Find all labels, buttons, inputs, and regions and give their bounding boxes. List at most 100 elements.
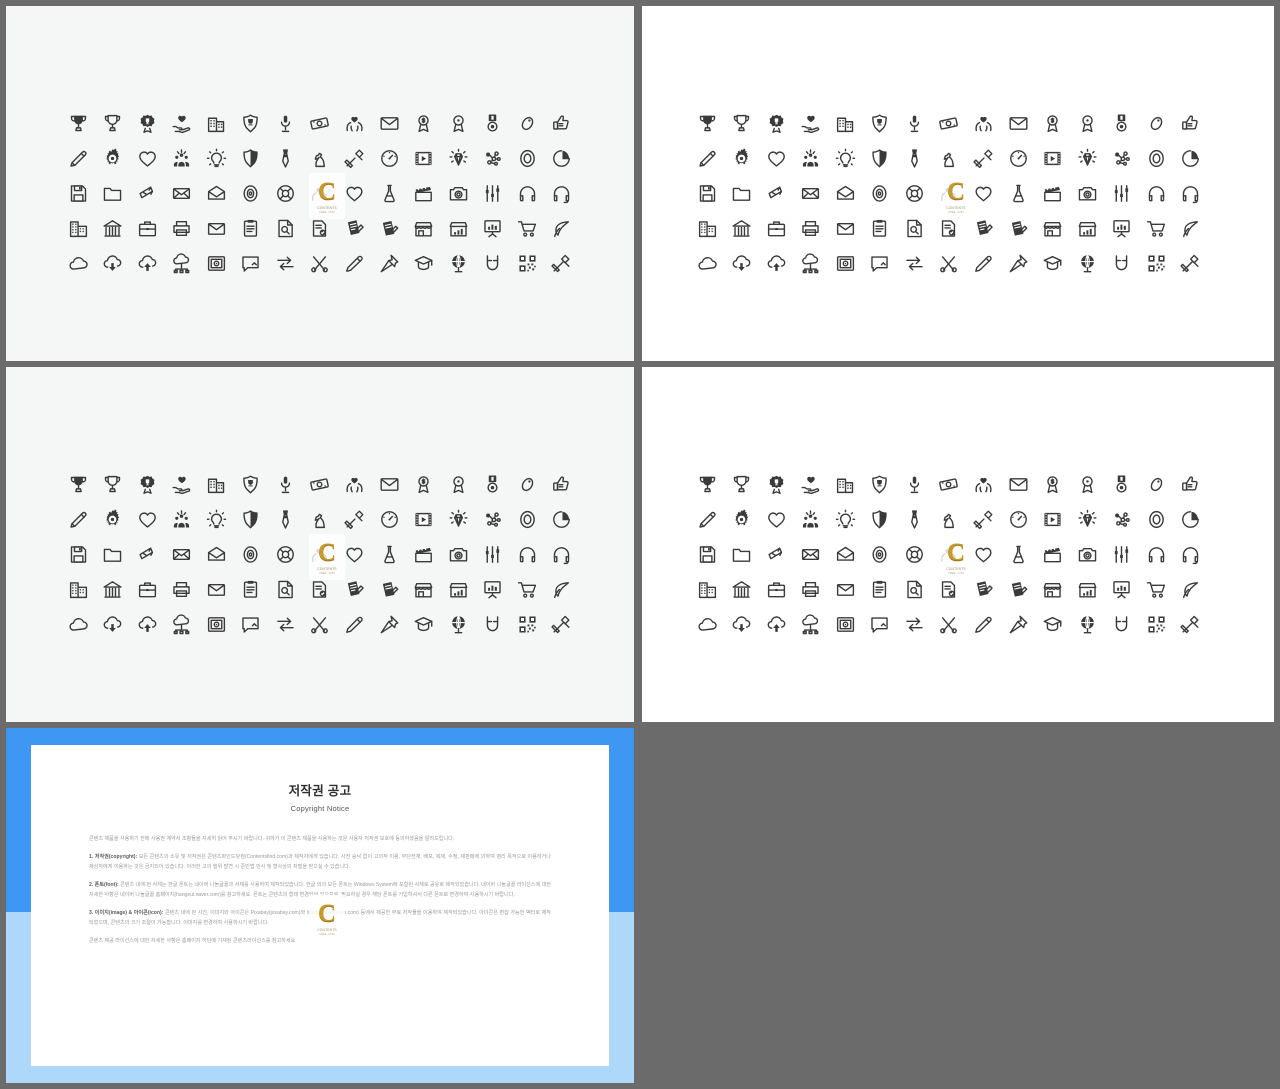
film-play-icon[interactable] (411, 146, 437, 172)
camera-icon[interactable] (1074, 542, 1100, 568)
lifebuoy-icon[interactable] (901, 181, 927, 207)
briefcase-icon[interactable] (134, 577, 160, 603)
chess-knight-icon[interactable] (307, 146, 333, 172)
heart-line-icon[interactable] (342, 542, 368, 568)
notepad-pen-icon[interactable] (342, 577, 368, 603)
ribbon-award-icon[interactable] (1074, 472, 1100, 498)
molecule-network-icon[interactable] (1109, 507, 1135, 533)
shield-trophy-icon[interactable] (867, 111, 893, 137)
notepad-pencil-icon[interactable] (376, 216, 402, 242)
floppy-save-icon[interactable] (694, 542, 720, 568)
hands-heart-small-icon[interactable] (936, 181, 962, 207)
fountain-pen-icon[interactable] (65, 146, 91, 172)
gauge-icon[interactable] (1005, 507, 1031, 533)
pushpin-icon[interactable] (1005, 612, 1031, 638)
ribbon-award-icon[interactable] (445, 111, 471, 137)
hands-heart-small-icon[interactable] (936, 542, 962, 568)
chess-knight-icon[interactable] (936, 146, 962, 172)
notepad-pencil-icon[interactable] (1005, 216, 1031, 242)
medal-icon[interactable] (1109, 472, 1135, 498)
office-building-icon[interactable] (832, 472, 858, 498)
lab-flask-icon[interactable] (1005, 181, 1031, 207)
diamond-sparkle-icon[interactable] (1074, 507, 1100, 533)
clipboard-icon[interactable] (867, 216, 893, 242)
cloud-icon[interactable] (65, 251, 91, 277)
headphones-icon[interactable] (1143, 181, 1169, 207)
presentation-chart-icon[interactable] (480, 216, 506, 242)
equalizer-sliders-icon[interactable] (1109, 181, 1135, 207)
transfer-arrows-icon[interactable] (272, 612, 298, 638)
city-building-icon[interactable] (694, 577, 720, 603)
shopping-cart-icon[interactable] (1143, 577, 1169, 603)
floppy-save-icon[interactable] (65, 542, 91, 568)
shop-chart-icon[interactable] (445, 577, 471, 603)
trophy-filled-icon[interactable] (694, 472, 720, 498)
ribbon-dollar-icon[interactable] (1040, 111, 1066, 137)
envelope-icon[interactable] (376, 472, 402, 498)
shield-trophy-icon[interactable] (238, 472, 264, 498)
speech-bubble-icon[interactable] (238, 251, 264, 277)
presentation-chart-icon[interactable] (480, 577, 506, 603)
heart-outline-icon[interactable] (763, 507, 789, 533)
camera-icon[interactable] (445, 542, 471, 568)
cloud-icon[interactable] (694, 612, 720, 638)
briefcase-icon[interactable] (763, 577, 789, 603)
leaf-icon[interactable] (549, 577, 575, 603)
slide-thumbnail-4[interactable]: C CONTENTS FREE . COM (642, 367, 1274, 722)
microphone-icon[interactable] (272, 111, 298, 137)
shopping-cart-icon[interactable] (1143, 216, 1169, 242)
equalizer-sliders-icon[interactable] (480, 542, 506, 568)
city-building-icon[interactable] (694, 216, 720, 242)
gauge-icon[interactable] (1005, 146, 1031, 172)
clipboard-icon[interactable] (238, 577, 264, 603)
team-group-icon[interactable] (169, 507, 195, 533)
bank-columns-icon[interactable] (100, 216, 126, 242)
trophy-outline-icon[interactable] (100, 111, 126, 137)
city-building-icon[interactable] (65, 216, 91, 242)
folder-icon[interactable] (729, 542, 755, 568)
equalizer-sliders-icon[interactable] (1109, 542, 1135, 568)
presentation-chart-icon[interactable] (1109, 216, 1135, 242)
pie-chart-icon[interactable] (1178, 146, 1204, 172)
lab-flask-icon[interactable] (1005, 542, 1031, 568)
equalizer-sliders-icon[interactable] (480, 181, 506, 207)
chess-knight-icon[interactable] (307, 507, 333, 533)
graduation-cap-icon[interactable] (411, 251, 437, 277)
graduation-cap-icon[interactable] (1040, 612, 1066, 638)
lifebuoy-icon[interactable] (901, 542, 927, 568)
necktie-icon[interactable] (901, 146, 927, 172)
ticket-icon[interactable] (134, 181, 160, 207)
ticket-icon[interactable] (134, 542, 160, 568)
notepad-pen-icon[interactable] (971, 577, 997, 603)
scissors-icon[interactable] (936, 251, 962, 277)
hammer-tools-icon[interactable] (342, 507, 368, 533)
ribbon-dollar-icon[interactable] (1040, 472, 1066, 498)
award-badge-icon[interactable] (763, 111, 789, 137)
cloud-upload-icon[interactable] (134, 251, 160, 277)
envelope-sealed-icon[interactable] (798, 542, 824, 568)
pencil-icon[interactable] (342, 612, 368, 638)
shield-icon[interactable] (867, 146, 893, 172)
pushpin-icon[interactable] (376, 612, 402, 638)
transfer-arrows-icon[interactable] (901, 612, 927, 638)
cloud-network-icon[interactable] (798, 612, 824, 638)
notepad-pen-icon[interactable] (971, 216, 997, 242)
pie-chart-icon[interactable] (549, 146, 575, 172)
molecule-network-icon[interactable] (480, 507, 506, 533)
floppy-save-icon[interactable] (65, 181, 91, 207)
envelope-open-icon[interactable] (832, 181, 858, 207)
transfer-arrows-icon[interactable] (901, 251, 927, 277)
notepad-pencil-icon[interactable] (1005, 577, 1031, 603)
leaf-icon[interactable] (549, 216, 575, 242)
inbox-tray-icon[interactable] (203, 577, 229, 603)
thumbs-up-icon[interactable] (549, 472, 575, 498)
thumbs-up-icon[interactable] (549, 111, 575, 137)
slide-thumbnail-2[interactable]: C CONTENTS FREE . COM (642, 6, 1274, 361)
leaf-icon[interactable] (1178, 216, 1204, 242)
fountain-pen-icon[interactable] (65, 507, 91, 533)
lab-flask-icon[interactable] (376, 181, 402, 207)
envelope-icon[interactable] (1005, 111, 1031, 137)
award-badge-icon[interactable] (134, 111, 160, 137)
cloud-upload-icon[interactable] (134, 612, 160, 638)
scissors-icon[interactable] (307, 612, 333, 638)
